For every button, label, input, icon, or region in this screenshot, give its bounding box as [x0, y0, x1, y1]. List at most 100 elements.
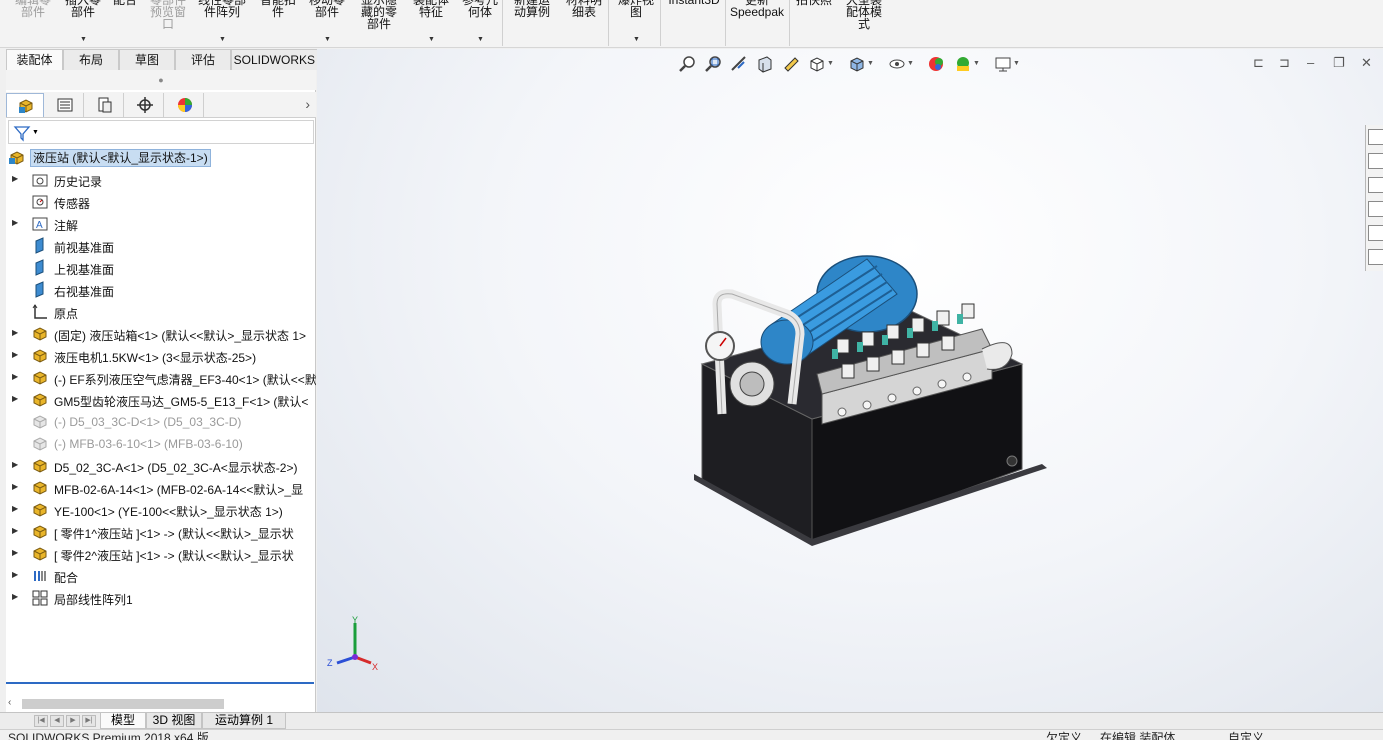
custom-properties-icon[interactable]: [1368, 249, 1383, 265]
command-tab[interactable]: 草图: [119, 49, 175, 70]
solidworks-resources-icon[interactable]: [1368, 129, 1383, 145]
expand-arrow-icon[interactable]: ▶: [12, 174, 18, 183]
tree-node[interactable]: 前视基准面: [6, 235, 316, 257]
bottom-tab[interactable]: 3D 视图: [146, 713, 202, 729]
close-icon[interactable]: ✕: [1361, 55, 1372, 71]
expand-arrow-icon[interactable]: ▶: [12, 460, 18, 469]
scroll-left-icon[interactable]: ‹: [8, 697, 11, 708]
collapse-right-icon[interactable]: ⊐: [1279, 55, 1290, 71]
ribbon-button[interactable]: 拍快照: [792, 0, 836, 46]
scrollbar-thumb[interactable]: [22, 699, 224, 709]
edit-appearance-icon[interactable]: [927, 54, 949, 76]
ribbon-dropdown-icon[interactable]: ▼: [633, 34, 640, 46]
design-library-icon[interactable]: [1368, 153, 1383, 169]
first-tab-icon[interactable]: |◀: [34, 715, 48, 727]
command-tab[interactable]: 装配体: [6, 49, 63, 70]
bottom-tab[interactable]: 模型: [100, 713, 146, 729]
tab-feature-manager[interactable]: [6, 93, 44, 117]
previous-view-icon[interactable]: [729, 54, 751, 76]
ribbon-button[interactable]: 零部件 预览窗 口: [145, 0, 191, 46]
panel-tabs-more-icon[interactable]: ›: [305, 96, 310, 112]
tree-node[interactable]: ▶ [ 零件2^液压站 ]<1> -> (默认<<默认>_显示状: [6, 543, 316, 565]
ribbon-button[interactable]: Instant3D: [665, 0, 723, 46]
dynamic-annotation-icon[interactable]: [781, 54, 803, 76]
ribbon-button[interactable]: 更新 Speedpak: [727, 0, 787, 46]
tree-node[interactable]: ▶ 配合: [6, 565, 316, 587]
ribbon-button[interactable]: 插入零 部件 ▼: [60, 0, 106, 46]
ribbon-button[interactable]: 爆炸视 图 ▼: [612, 0, 660, 46]
expand-arrow-icon[interactable]: ▶: [12, 372, 18, 381]
ribbon-dropdown-icon[interactable]: ▼: [477, 34, 484, 46]
tab-property-manager[interactable]: [46, 93, 84, 117]
view-settings-icon[interactable]: ▼: [993, 54, 1020, 76]
prev-tab-icon[interactable]: ◀: [50, 715, 64, 727]
last-tab-icon[interactable]: ▶|: [82, 715, 96, 727]
tree-node[interactable]: ▶ YE-100<1> (YE-100<<默认>_显示状态 1>): [6, 499, 316, 521]
tree-node[interactable]: ▶ 液压电机1.5KW<1> (3<显示状态-25>): [6, 345, 316, 367]
view-orientation-icon[interactable]: ▼: [807, 54, 834, 76]
tab-dimxpert-manager[interactable]: [126, 93, 164, 117]
appearances-icon[interactable]: [1368, 225, 1383, 241]
zoom-to-area-icon[interactable]: [703, 54, 725, 76]
expand-arrow-icon[interactable]: ▶: [12, 592, 18, 601]
tree-filter-bar[interactable]: ▼: [8, 120, 314, 144]
section-view-icon[interactable]: [755, 54, 777, 76]
ribbon-button[interactable]: 编辑零 部件: [10, 0, 56, 46]
ribbon-button[interactable]: 移动零 部件 ▼: [304, 0, 350, 46]
view-palette-icon[interactable]: [1368, 201, 1383, 217]
tab-display-manager[interactable]: [166, 93, 204, 117]
expand-arrow-icon[interactable]: ▶: [12, 570, 18, 579]
tree-node[interactable]: 上视基准面: [6, 257, 316, 279]
tab-configuration-manager[interactable]: [86, 93, 124, 117]
tree-horizontal-scrollbar[interactable]: ‹ ›: [8, 697, 320, 709]
ribbon-button[interactable]: 新建运 动算例: [510, 0, 554, 46]
ribbon-button[interactable]: 配合: [108, 0, 142, 46]
ribbon-button[interactable]: 线性零部 件阵列 ▼: [193, 0, 251, 46]
ribbon-dropdown-icon[interactable]: ▼: [80, 34, 87, 46]
expand-arrow-icon[interactable]: ▶: [12, 504, 18, 513]
tree-node[interactable]: 传感器: [6, 191, 316, 213]
apply-scene-icon[interactable]: ▼: [953, 54, 980, 76]
rollback-bar[interactable]: [6, 682, 314, 684]
file-explorer-icon[interactable]: [1368, 177, 1383, 193]
ribbon-dropdown-icon[interactable]: ▼: [219, 34, 226, 46]
tree-node[interactable]: ▶ A 注解: [6, 213, 316, 235]
ribbon-dropdown-icon[interactable]: ▼: [324, 34, 331, 46]
bottom-tab[interactable]: 运动算例 1: [202, 713, 286, 729]
ribbon-button[interactable]: 智能扣 件: [256, 0, 300, 46]
tree-node[interactable]: ▶ (固定) 液压站箱<1> (默认<<默认>_显示状态 1>: [6, 323, 316, 345]
display-style-icon[interactable]: ▼: [847, 54, 874, 76]
tree-node[interactable]: (-) D5_03_3C-D<1> (D5_03_3C-D): [6, 411, 316, 433]
tree-node[interactable]: 原点: [6, 301, 316, 323]
expand-arrow-icon[interactable]: ▶: [12, 548, 18, 557]
command-tab[interactable]: 评估: [175, 49, 231, 70]
tree-node[interactable]: (-) MFB-03-6-10<1> (MFB-03-6-10): [6, 433, 316, 455]
tree-node[interactable]: ▶ 局部线性阵列1: [6, 587, 316, 609]
expand-arrow-icon[interactable]: ▶: [12, 482, 18, 491]
tree-node[interactable]: ▶ 历史记录: [6, 169, 316, 191]
tree-node[interactable]: ▶ D5_02_3C-A<1> (D5_02_3C-A<显示状态-2>): [6, 455, 316, 477]
tree-node[interactable]: ▶ MFB-02-6A-14<1> (MFB-02-6A-14<<默认>_显: [6, 477, 316, 499]
hide-show-items-icon[interactable]: ▼: [887, 54, 914, 76]
minimize-icon[interactable]: –: [1307, 55, 1314, 70]
tree-node[interactable]: 液压站 (默认<默认_显示状态-1>): [6, 147, 316, 169]
ribbon-dropdown-icon[interactable]: ▼: [428, 34, 435, 46]
panel-splitter-grip[interactable]: ●: [6, 70, 316, 90]
tree-node[interactable]: 右视基准面: [6, 279, 316, 301]
status-units[interactable]: 自定义: [1228, 732, 1264, 740]
ribbon-button[interactable]: 材料明 细表: [562, 0, 606, 46]
hydraulic-station-model[interactable]: [692, 254, 1052, 554]
zoom-to-fit-icon[interactable]: [677, 54, 699, 76]
command-tab[interactable]: 布局: [63, 49, 119, 70]
graphics-viewport[interactable]: ▼ ▼ ▼ ▼ ▼ ⊏ ⊐ – ❐ ✕ Y Z X: [317, 49, 1383, 713]
ribbon-button[interactable]: 参考几 何体 ▼: [458, 0, 502, 46]
tree-node[interactable]: ▶ [ 零件1^液压站 ]<1> -> (默认<<默认>_显示状: [6, 521, 316, 543]
tree-node[interactable]: ▶ (-) EF系列液压空气虑清器_EF3-40<1> (默认<<默: [6, 367, 316, 389]
ribbon-button[interactable]: 装配体 特征 ▼: [409, 0, 453, 46]
expand-arrow-icon[interactable]: ▶: [12, 526, 18, 535]
collapse-left-icon[interactable]: ⊏: [1253, 55, 1264, 71]
filter-dropdown-icon[interactable]: ▼: [32, 129, 39, 136]
ribbon-button[interactable]: 显示隐 藏的零 部件: [357, 0, 401, 46]
expand-arrow-icon[interactable]: ▶: [12, 350, 18, 359]
ribbon-button[interactable]: 大型装 配体模 式: [840, 0, 888, 46]
